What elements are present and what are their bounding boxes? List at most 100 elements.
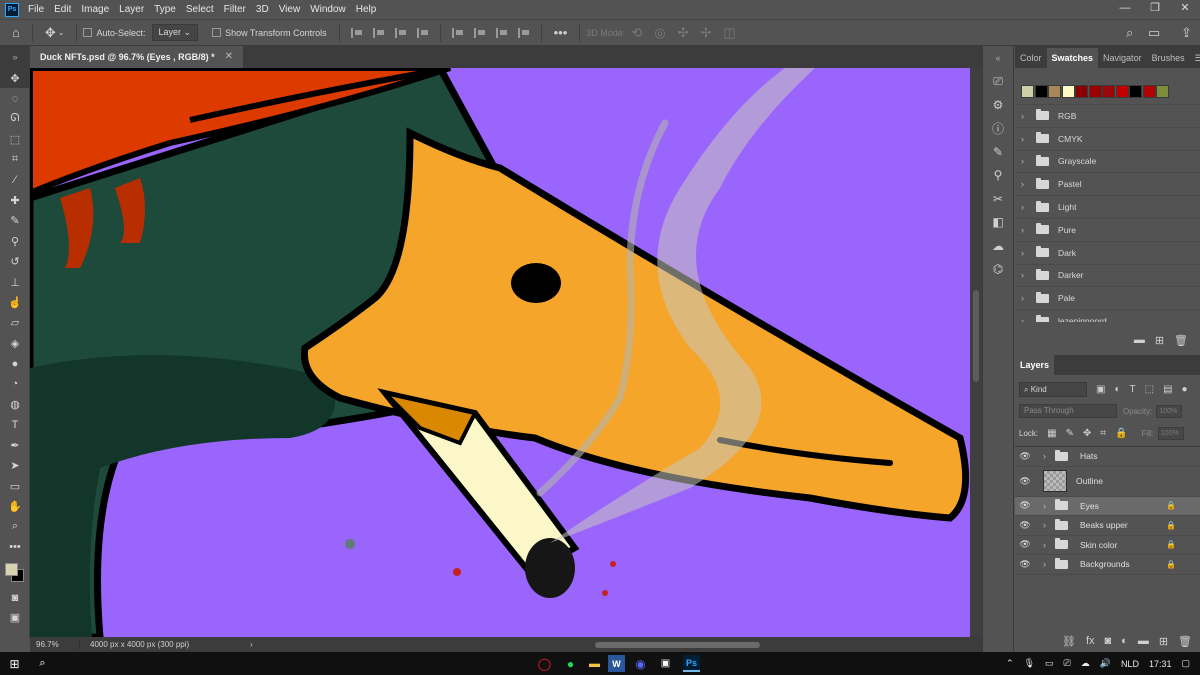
tab-layers[interactable]: Layers [1015,355,1055,375]
minimize-button[interactable]: — [1110,0,1140,19]
swatch[interactable] [1048,85,1061,98]
close-window-button[interactable]: ✕ [1170,0,1200,19]
menu-window[interactable]: Window [310,4,346,15]
align-top-edges-icon[interactable] [451,27,464,38]
microphone-icon[interactable]: 🎙 [1024,658,1035,669]
swatch[interactable] [1156,85,1169,98]
scroll-thumb[interactable] [594,642,760,648]
healing-brush-tool-icon[interactable]: ✚ [0,190,30,210]
3d-scale-icon[interactable]: ◫ [723,25,735,41]
swatch-group[interactable]: › RGB [1015,104,1200,127]
swatch-group[interactable]: › Light [1015,195,1200,218]
swatch[interactable] [1142,85,1156,98]
zoom-level[interactable]: 96.7% [30,640,80,649]
align-right-edges-icon[interactable] [394,27,407,38]
opera-icon[interactable]: ◯ [536,655,553,672]
menu-filter[interactable]: Filter [224,4,246,15]
chevron-right-icon[interactable]: › [1021,316,1031,322]
edit-toolbar-icon[interactable]: ••• [0,537,30,557]
spotify-icon[interactable]: ● [562,655,579,672]
lock-artboard-icon[interactable]: ⌗ [1100,428,1106,439]
chevron-right-icon[interactable]: › [1043,559,1053,569]
speaker-icon[interactable]: 🔊 [1100,658,1111,669]
layer-row[interactable]: 👁 › Backgrounds 🔒 [1015,555,1200,575]
document-canvas[interactable] [30,68,970,637]
new-group-icon[interactable]: ▬ [1134,334,1145,347]
filter-toggle-icon[interactable]: ● [1182,384,1188,395]
opacity-input[interactable]: 100% [1156,404,1183,418]
move-tool-icon[interactable]: ✥ [0,68,30,89]
lasso-tool-icon[interactable]: ᘏ [0,109,30,129]
quick-mask-icon[interactable]: ◙ [0,587,30,607]
eyedropper-tool-icon[interactable]: ⁄ [0,170,30,190]
visibility-eye-icon[interactable]: 👁 [1015,451,1035,462]
sponge-tool-icon[interactable]: ◍ [0,394,30,414]
properties-panel-icon[interactable]: ⚙ [983,93,1013,117]
search-icon[interactable]: ⌕ [34,655,51,672]
document-info[interactable]: 4000 px x 4000 px (300 ppi) [80,640,250,649]
align-vertical-centers-icon[interactable] [473,27,486,38]
swatch[interactable] [1061,85,1075,98]
clone-stamp-tool-icon[interactable]: ⚲ [0,231,30,251]
dodge-tool-icon[interactable]: ◔ [0,374,30,394]
language-indicator[interactable]: NLD [1121,659,1139,669]
crop-tool-icon[interactable]: ⌗ [0,150,30,170]
checkbox-box[interactable] [212,28,222,37]
swatch[interactable] [1034,85,1048,98]
menu-file[interactable]: File [28,4,44,15]
chevron-right-icon[interactable]: › [1021,111,1031,121]
layer-row[interactable]: 👁 › Eyes 🔒 [1015,496,1200,516]
filter-type-icon[interactable]: T [1130,384,1136,395]
brush-tool-icon[interactable]: ✎ [0,211,30,231]
3d-roll-icon[interactable]: ◎ [654,25,665,41]
notifications-icon[interactable]: ▢ [1181,658,1190,669]
auto-select-dropdown[interactable]: Layer ⌄ [151,24,199,41]
delete-swatch-icon[interactable]: 🗑 [1174,334,1188,347]
swatch[interactable] [1075,85,1088,98]
menu-type[interactable]: Type [154,4,176,15]
visibility-eye-icon[interactable]: 👁 [1015,520,1035,531]
swatch[interactable] [1021,85,1034,98]
add-mask-icon[interactable]: ◙ [1105,635,1112,648]
swatch[interactable] [1115,85,1129,98]
network-icon[interactable]: ⎚ [1064,658,1071,669]
swatch-group[interactable]: › Darker [1015,263,1200,287]
show-transform-checkbox[interactable]: Show Transform Controls [212,28,327,38]
chevron-right-icon[interactable]: › [1043,540,1053,550]
new-layer-icon[interactable]: ⊞ [1159,635,1168,648]
brush-settings-panel-icon[interactable]: ✎ [983,140,1013,164]
menu-select[interactable]: Select [186,4,214,15]
tab-navigator[interactable]: Navigator [1098,48,1147,68]
filter-adjustment-icon[interactable]: ◐ [1114,384,1120,395]
fill-input[interactable]: 100% [1157,426,1184,440]
menu-edit[interactable]: Edit [54,4,71,15]
rectangle-tool-icon[interactable]: ▭ [0,476,30,496]
tools-panel-icon[interactable]: ✂ [983,187,1013,211]
3d-orbit-icon[interactable]: ⟲ [631,25,642,41]
blur-tool-icon[interactable]: ● [0,353,30,373]
object-selection-tool-icon[interactable]: ⬚ [0,129,30,149]
tray-chevron-up-icon[interactable]: ⌃ [1006,658,1014,669]
chevron-right-icon[interactable]: › [1043,501,1053,511]
swatch[interactable] [1102,85,1115,98]
swatch-group[interactable]: › CMYK [1015,126,1200,150]
link-layers-icon[interactable]: ⛓ [1062,635,1076,648]
chevron-right-icon[interactable]: › [1021,179,1031,189]
swatch-group[interactable]: › Pastel [1015,172,1200,195]
lock-all-icon[interactable]: 🔒 [1115,428,1127,439]
color-picker-swatches[interactable] [0,557,30,587]
zoom-tool-icon[interactable]: ⌕ [0,517,30,537]
path-selection-tool-icon[interactable]: ➤ [0,455,30,475]
chevron-right-icon[interactable]: › [1021,202,1031,212]
vertical-scrollbar[interactable] [970,68,982,637]
visibility-eye-icon[interactable]: 👁 [1015,476,1035,487]
marquee-tool-icon[interactable]: ◌ [0,88,30,108]
search-icon[interactable]: ⌕ [1126,25,1133,41]
clone-source-panel-icon[interactable]: ⚲ [983,164,1013,188]
layer-style-icon[interactable]: fx [1086,635,1095,648]
scroll-thumb[interactable] [973,290,979,382]
align-bottom-edges-icon[interactable] [495,27,508,38]
tab-swatches[interactable]: Swatches [1046,48,1099,68]
swatch[interactable] [1129,85,1142,98]
clock[interactable]: 17:31 [1149,659,1172,669]
